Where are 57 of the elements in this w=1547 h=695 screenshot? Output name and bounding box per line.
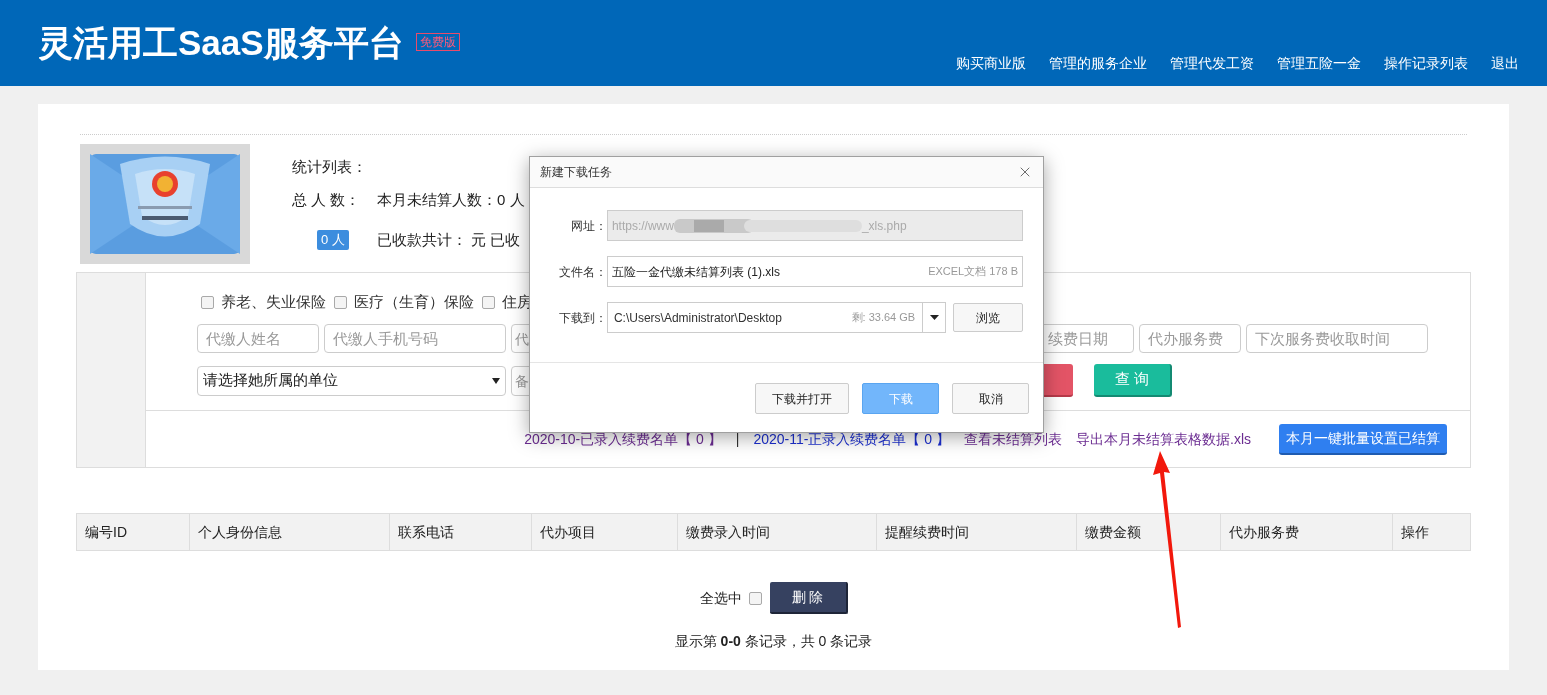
list-link[interactable]: 导出本月未结算表格数据.xls: [1076, 428, 1251, 450]
input-field[interactable]: 代缴人姓名: [197, 324, 319, 353]
checkbox-label: 医疗（生育）保险: [354, 293, 474, 311]
separator-text: |: [735, 429, 740, 449]
select-all-label: 全选中: [699, 588, 742, 608]
checkbox[interactable]: [482, 295, 495, 309]
plan-badge: 免费版: [415, 33, 460, 51]
nav-link[interactable]: 管理五险一金: [1277, 54, 1361, 72]
column-header: 提醒续费时间: [885, 522, 969, 542]
column-header: 联系电话: [398, 522, 454, 542]
input-field[interactable]: 代缴人手机号码: [324, 324, 506, 353]
received-total: 已收款共计： 元 已收: [377, 230, 521, 250]
batch-settle-button[interactable]: 本月一键批量设置已结算: [1279, 423, 1447, 455]
save-path: C:\Users\Administrator\Desktop: [612, 309, 783, 327]
unsettled-count: 本月未结算人数：0 人: [377, 190, 525, 210]
nav-link[interactable]: 管理的服务企业: [1049, 54, 1147, 72]
list-link[interactable]: 查看未结算列表: [964, 428, 1062, 450]
nav-link[interactable]: 购买商业版: [956, 54, 1026, 72]
column-header: 操作: [1401, 522, 1429, 542]
dialog-button[interactable]: 取消: [952, 383, 1029, 414]
column-header: 代办项目: [540, 522, 596, 542]
field-label: 文件名：: [557, 263, 607, 281]
file-info: EXCEL文档 178 B: [928, 264, 1018, 280]
field-label: 下载到：: [557, 309, 607, 327]
checkbox[interactable]: [201, 295, 214, 309]
checkbox-label: 养老、失业保险: [221, 293, 326, 311]
caret-icon: [929, 315, 939, 320]
checkbox[interactable]: [748, 591, 762, 605]
list-link[interactable]: 2020-11-正录入续费名单【 0 】: [753, 428, 950, 450]
column-header: 代办服务费: [1229, 522, 1299, 542]
record-summary: 显示第 0-0 条记录，共 0 条记录: [674, 632, 873, 651]
caret-icon: [492, 377, 500, 384]
input-field[interactable]: 下次服务费收取时间: [1246, 324, 1428, 353]
total-label: 总 人 数：: [292, 190, 362, 210]
field-label: 网址：: [569, 217, 607, 235]
column-header: 编号ID: [85, 522, 127, 542]
site-title: 灵活用工SaaS服务平台: [38, 22, 404, 64]
nav-link[interactable]: 管理代发工资: [1170, 54, 1254, 72]
dialog-title: 新建下载任务: [540, 164, 612, 181]
stats-title: 统计列表：: [292, 158, 367, 175]
list-link[interactable]: 2020-10-已录入续费名单【 0 】: [524, 428, 722, 450]
nav-link[interactable]: 操作记录列表: [1384, 54, 1468, 72]
dialog-button[interactable]: 下载并打开: [755, 383, 849, 414]
browse-button[interactable]: 浏览: [953, 303, 1023, 332]
filename-field[interactable]: 五险一金代缴未结算列表 (1).xls EXCEL文档 178 B: [606, 256, 1023, 287]
file-name: 五险一金代缴未结算列表 (1).xls: [611, 263, 780, 281]
input-field[interactable]: 代办服务费: [1139, 324, 1241, 353]
free-space: 剩: 33.64 GB: [851, 310, 917, 326]
checkbox[interactable]: [334, 295, 347, 309]
column-header: 缴费金额: [1085, 522, 1141, 542]
path-field[interactable]: C:\Users\Administrator\Desktop 剩: 33.64 GB: [606, 302, 947, 333]
delete-button[interactable]: 删 除: [769, 582, 848, 614]
unit-select[interactable]: 请选择她所属的单位: [197, 365, 506, 396]
nav-link[interactable]: 退出: [1491, 54, 1519, 72]
column-header: 个人身份信息: [198, 522, 282, 542]
count-badge: 0 人: [317, 230, 349, 250]
column-header: 缴费录入时间: [686, 522, 770, 542]
